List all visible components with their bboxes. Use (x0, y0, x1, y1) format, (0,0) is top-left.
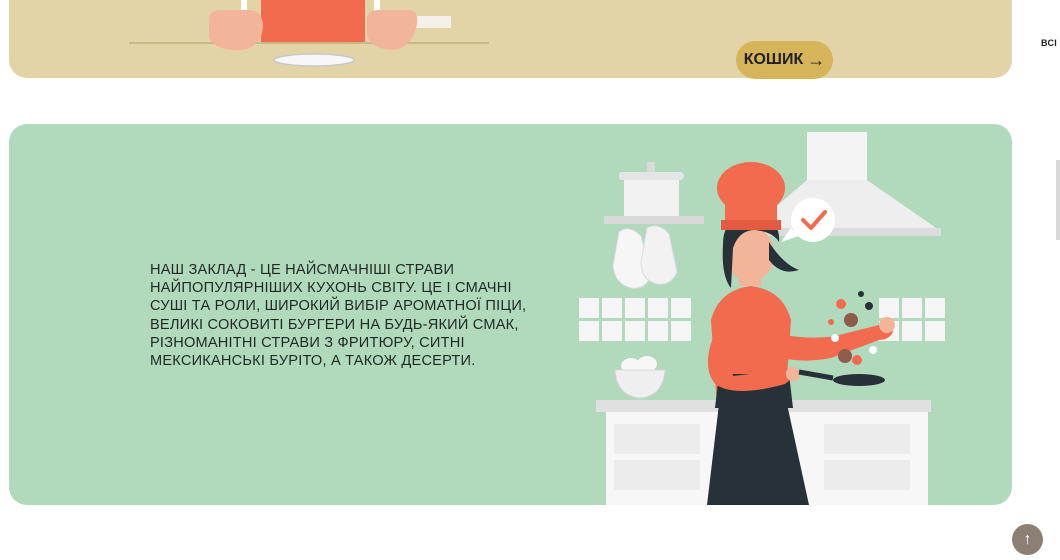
scroll-to-top-button[interactable]: ↑ (1012, 524, 1043, 555)
cart-button[interactable]: КОШИК → (736, 41, 833, 79)
page: КОШИК → ВСІ НАШ ЗАКЛАД - ЦЕ НАЙСМАЧНІШІ … (0, 0, 1060, 560)
scrollbar-thumb[interactable] (1056, 160, 1060, 240)
side-nav-label[interactable]: ВСІ (1041, 38, 1057, 48)
about-section: НАШ ЗАКЛАД - ЦЕ НАЙСМАЧНІШІ СТРАВИ НАЙПО… (9, 124, 1012, 505)
hero-illustration (129, 0, 489, 67)
side-panel (1031, 0, 1060, 560)
arrow-up-icon: ↑ (1023, 530, 1032, 548)
chef-illustration (579, 132, 945, 505)
about-description: НАШ ЗАКЛАД - ЦЕ НАЙСМАЧНІШІ СТРАВИ НАЙПО… (150, 262, 527, 370)
hero-banner (9, 0, 1012, 78)
cart-arrow-icon: → (807, 49, 826, 70)
cart-button-label: КОШИК (743, 51, 804, 68)
